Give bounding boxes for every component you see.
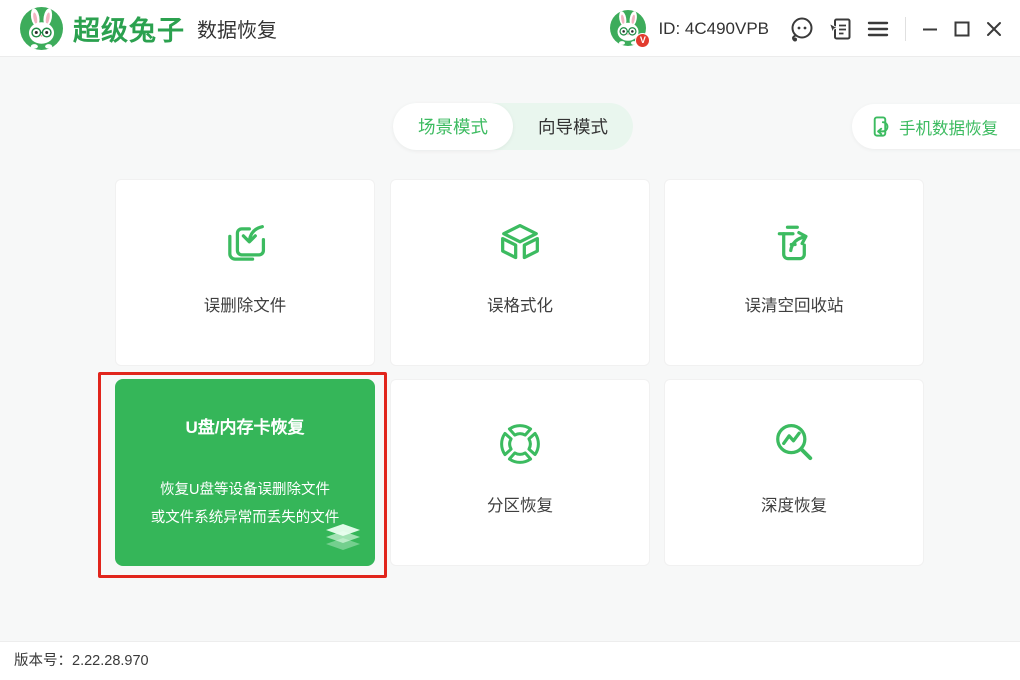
card-label: 分区恢复 bbox=[487, 492, 553, 516]
tab-scene-mode[interactable]: 场景模式 bbox=[393, 103, 513, 150]
feedback-button[interactable] bbox=[821, 10, 859, 48]
user-avatar[interactable]: V bbox=[610, 10, 648, 48]
close-button[interactable] bbox=[978, 10, 1010, 48]
version-label: 版本号：2.22.28.970 bbox=[14, 642, 149, 680]
card-label: 误清空回收站 bbox=[745, 292, 844, 316]
card-description-line1: 恢复U盘等设备误删除文件 bbox=[151, 476, 340, 504]
title-bar: 超级兔子 数据恢复 V ID: 4C490VPB bbox=[0, 0, 1020, 57]
card-label: 误格式化 bbox=[487, 292, 553, 316]
card-description: 恢复U盘等设备误删除文件 或文件系统异常而丢失的文件 bbox=[151, 476, 340, 532]
phone-recovery-label: 手机数据恢复 bbox=[899, 115, 998, 139]
card-usb-memory-card-recovery[interactable]: U盘/内存卡恢复 恢复U盘等设备误删除文件 或文件系统异常而丢失的文件 bbox=[115, 379, 375, 566]
card-partition-recovery[interactable]: 分区恢复 bbox=[390, 379, 650, 566]
maximize-icon bbox=[953, 20, 971, 38]
support-button[interactable] bbox=[783, 10, 821, 48]
phone-restore-icon bbox=[868, 115, 891, 138]
card-deleted-files[interactable]: 误删除文件 bbox=[115, 179, 375, 366]
footer-bar: 版本号：2.22.28.970 bbox=[0, 641, 1020, 680]
brand-name: 超级兔子 bbox=[73, 9, 185, 48]
layers-icon bbox=[324, 524, 362, 557]
titlebar-separator bbox=[905, 17, 906, 41]
feedback-icon bbox=[826, 15, 854, 43]
brand-area: 超级兔子 数据恢复 bbox=[20, 0, 277, 57]
restore-file-icon bbox=[219, 218, 271, 270]
card-recycle-bin[interactable]: 误清空回收站 bbox=[664, 179, 924, 366]
card-description-line2: 或文件系统异常而丢失的文件 bbox=[151, 504, 340, 532]
hamburger-menu-icon bbox=[866, 17, 890, 41]
menu-button[interactable] bbox=[859, 10, 897, 48]
card-deep-recovery[interactable]: 深度恢复 bbox=[664, 379, 924, 566]
minimize-button[interactable] bbox=[914, 10, 946, 48]
mode-tabs: 场景模式 向导模式 bbox=[393, 103, 633, 150]
maximize-button[interactable] bbox=[946, 10, 978, 48]
card-formatted[interactable]: 误格式化 bbox=[390, 179, 650, 366]
recycle-bin-restore-icon bbox=[768, 218, 820, 270]
minimize-icon bbox=[921, 20, 939, 38]
tab-wizard-mode[interactable]: 向导模式 bbox=[513, 103, 633, 150]
rabbit-logo-icon bbox=[20, 7, 63, 50]
phone-data-recovery-button[interactable]: 手机数据恢复 bbox=[852, 104, 1020, 149]
card-label: 误删除文件 bbox=[204, 292, 287, 316]
close-icon bbox=[985, 20, 1003, 38]
card-label: 深度恢复 bbox=[761, 492, 827, 516]
vip-badge: V bbox=[635, 33, 650, 48]
partition-icon bbox=[494, 418, 546, 470]
user-id-label: ID: 4C490VPB bbox=[658, 19, 769, 39]
app-window: 超级兔子 数据恢复 V ID: 4C490VPB bbox=[0, 0, 1020, 680]
title-bar-controls: V ID: 4C490VPB bbox=[610, 0, 1010, 57]
card-title: U盘/内存卡恢复 bbox=[186, 413, 305, 438]
deep-scan-icon bbox=[768, 418, 820, 470]
format-cube-icon bbox=[494, 218, 546, 270]
headset-icon bbox=[788, 15, 816, 43]
product-name: 数据恢复 bbox=[197, 14, 277, 43]
